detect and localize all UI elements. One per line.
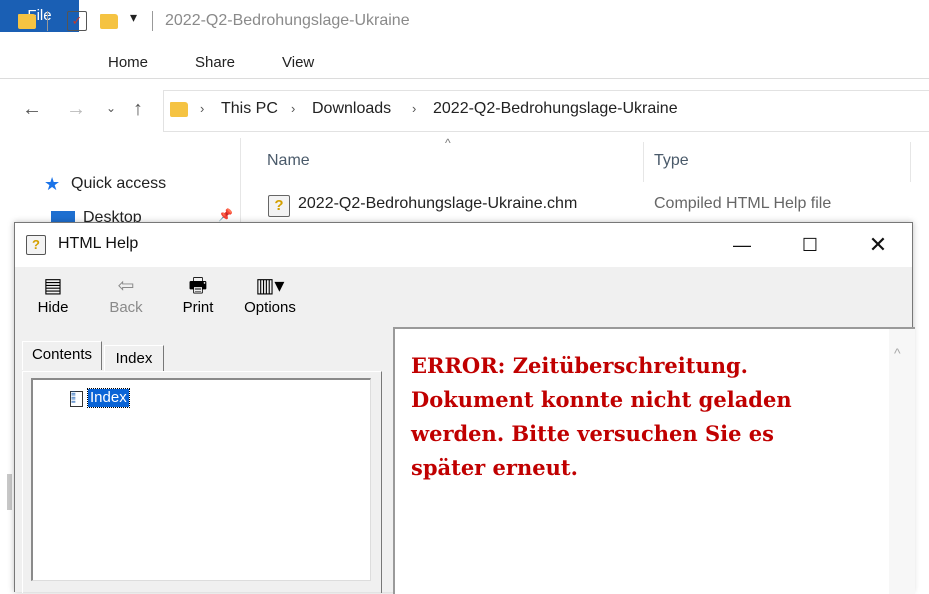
file-type: Compiled HTML Help file bbox=[654, 195, 832, 212]
error-line: werden. Bitte versuchen Sie es bbox=[411, 421, 774, 446]
sidebar-item-quick-access[interactable]: Quick access bbox=[71, 175, 166, 193]
error-line: Dokument konnte nicht geladen bbox=[411, 387, 792, 412]
tab-share[interactable]: Share bbox=[195, 47, 235, 79]
topic-pane: ERROR: Zeitüberschreitung. Dokument konn… bbox=[393, 327, 915, 594]
contents-tree[interactable]: ≡ ≡ ≡ Index bbox=[31, 378, 371, 581]
hide-button[interactable]: ▤ Hide bbox=[33, 273, 73, 316]
file-name[interactable]: 2022-Q2-Bedrohungslage-Ukraine.chm bbox=[298, 195, 577, 213]
back-button[interactable]: ⇦ Back bbox=[104, 273, 148, 316]
new-folder-icon[interactable] bbox=[100, 14, 118, 29]
pane-divider bbox=[240, 138, 241, 222]
ribbon-divider bbox=[0, 78, 929, 79]
column-header-name[interactable]: Name bbox=[267, 152, 310, 170]
sort-ascending-icon: ^ bbox=[445, 136, 451, 150]
breadcrumb-this-pc[interactable]: This PC bbox=[221, 100, 278, 118]
scroll-up-icon[interactable]: ^ bbox=[894, 345, 901, 361]
page-icon: ≡ ≡ ≡ bbox=[70, 390, 83, 407]
customize-toolbar-icon[interactable]: ▾ bbox=[130, 9, 137, 26]
back-icon: ⇦ bbox=[117, 275, 135, 297]
help-app-icon: ? bbox=[26, 235, 46, 255]
help-window-title: HTML Help bbox=[58, 235, 139, 252]
minimize-button[interactable]: — bbox=[708, 223, 776, 267]
navigation-pane: Contents Index ≡ ≡ ≡ Index bbox=[20, 337, 385, 593]
column-divider[interactable] bbox=[910, 142, 911, 182]
back-label: Back bbox=[109, 299, 143, 316]
folder-icon bbox=[18, 14, 36, 29]
print-button[interactable]: 🖶 Print bbox=[179, 273, 217, 316]
tab-view[interactable]: View bbox=[282, 47, 314, 79]
chevron-right-icon[interactable]: › bbox=[412, 101, 416, 116]
options-label: Options bbox=[244, 299, 296, 316]
properties-icon[interactable]: ✓ bbox=[67, 11, 87, 31]
help-title-bar[interactable]: ? HTML Help — ☐ ✕ bbox=[15, 223, 912, 267]
vertical-scrollbar[interactable]: ^ bbox=[889, 329, 915, 594]
error-line: ERROR: Zeitüberschreitung. bbox=[411, 353, 748, 378]
column-divider[interactable] bbox=[643, 142, 644, 182]
hide-label: Hide bbox=[37, 299, 69, 316]
chm-file-icon: ? bbox=[268, 195, 290, 217]
chevron-right-icon[interactable]: › bbox=[291, 101, 295, 116]
html-help-window: ? HTML Help — ☐ ✕ ▤ Hide ⇦ Back 🖶 Print … bbox=[14, 222, 915, 594]
window-title: 2022-Q2-Bedrohungslage-Ukraine bbox=[165, 12, 410, 29]
sidebar-scrollbar[interactable] bbox=[7, 474, 12, 510]
tab-index[interactable]: Index bbox=[104, 345, 164, 372]
tree-item-index[interactable]: Index bbox=[87, 388, 130, 408]
breadcrumb-current-folder[interactable]: 2022-Q2-Bedrohungslage-Ukraine bbox=[433, 100, 678, 118]
close-button[interactable]: ✕ bbox=[844, 223, 912, 267]
pin-icon: 📌 bbox=[218, 208, 233, 222]
options-button[interactable]: ▥▾ Options bbox=[241, 273, 299, 316]
printer-icon: 🖶 bbox=[188, 275, 208, 297]
divider bbox=[152, 11, 153, 31]
chevron-right-icon[interactable]: › bbox=[200, 101, 204, 116]
maximize-button[interactable]: ☐ bbox=[776, 223, 844, 267]
hide-icon: ▤ bbox=[43, 275, 63, 297]
print-label: Print bbox=[182, 299, 214, 316]
tab-home[interactable]: Home bbox=[108, 47, 148, 79]
error-line: später erneut. bbox=[411, 455, 578, 480]
star-icon: ★ bbox=[44, 174, 61, 194]
error-message: ERROR: Zeitüberschreitung. Dokument konn… bbox=[411, 349, 792, 485]
divider bbox=[47, 11, 48, 31]
forward-arrow-icon[interactable]: → bbox=[66, 98, 86, 121]
breadcrumb-downloads[interactable]: Downloads bbox=[312, 100, 391, 118]
back-arrow-icon[interactable]: ← bbox=[22, 98, 42, 121]
options-icon: ▥▾ bbox=[255, 275, 285, 297]
column-header-type[interactable]: Type bbox=[654, 152, 689, 170]
up-arrow-icon[interactable]: ↑ bbox=[133, 98, 143, 121]
recent-locations-icon[interactable]: ⌄ bbox=[106, 101, 116, 115]
folder-icon bbox=[170, 102, 188, 117]
tab-contents[interactable]: Contents bbox=[22, 341, 102, 370]
